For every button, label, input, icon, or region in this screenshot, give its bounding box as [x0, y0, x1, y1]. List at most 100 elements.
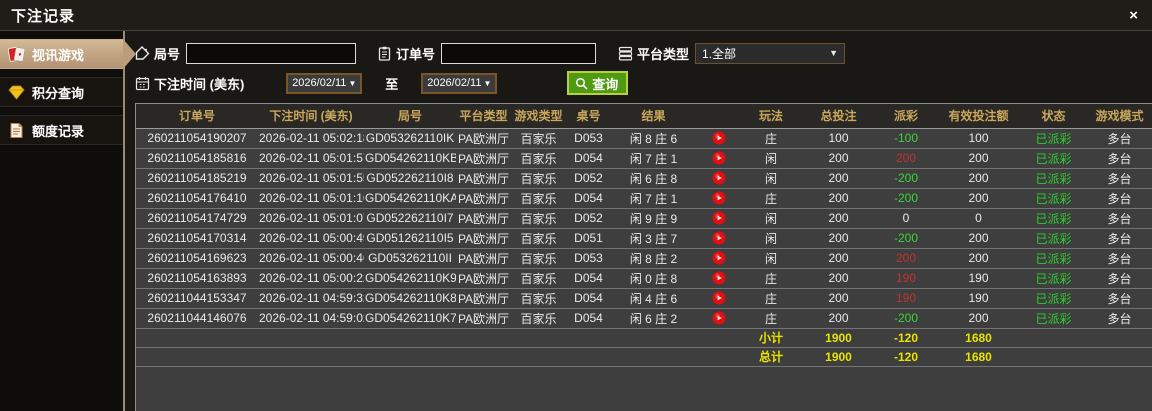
- game_mode-cell: 多台: [1086, 148, 1152, 169]
- bet_time-cell: 2026-02-11 05:02:18: [258, 128, 364, 149]
- table-body: 260211054190207 2026-02-11 05:02:18 GD0532…: [136, 128, 1152, 367]
- payout-cell: -200: [876, 308, 936, 329]
- column-header-status: 状态: [1021, 104, 1086, 129]
- bet_time-cell: 2026-02-11 05:00:46: [258, 248, 364, 269]
- table-row: 260211054163893 2026-02-11 05:00:22 GD0542…: [136, 268, 1152, 289]
- payout-cell: -200: [876, 168, 936, 189]
- payout-cell: 200: [876, 148, 936, 169]
- play-cell: 庄: [741, 268, 801, 289]
- sidebar-item-credit-records[interactable]: 额度记录: [0, 115, 123, 145]
- round-number-label: 局号: [154, 46, 181, 62]
- total-result-cell: [611, 347, 696, 367]
- replay-cell: [696, 308, 741, 329]
- round-number-input[interactable]: [186, 42, 357, 64]
- result-cell: 闲 0 庄 8: [611, 268, 696, 289]
- total_bet-cell: 200: [801, 308, 876, 329]
- calendar-icon: [135, 76, 150, 91]
- total-game_type-cell: [511, 347, 566, 367]
- sidebar: ♦ 视讯游戏 积分查询 额度记录: [0, 31, 125, 411]
- platform-select[interactable]: 1.全部 ▼: [695, 42, 846, 64]
- payout-cell: -100: [876, 128, 936, 149]
- platform-cell: PA欧洲厅: [456, 208, 511, 229]
- bet_time-cell: 2026-02-11 05:00:22: [258, 268, 364, 289]
- round_id-cell: GD054262110K8: [364, 288, 456, 309]
- order_id-cell: 260211054185816: [136, 148, 258, 169]
- order_id-cell: 260211054169623: [136, 248, 258, 269]
- platform-cell: PA欧洲厅: [456, 168, 511, 189]
- column-header-game_type: 游戏类型: [511, 104, 566, 129]
- date-to-picker[interactable]: 2026/02/11 ▼: [421, 72, 498, 94]
- status-cell: 已派彩: [1021, 208, 1086, 229]
- document-icon: [8, 122, 25, 139]
- replay-icon[interactable]: [712, 311, 726, 325]
- status-cell: 已派彩: [1021, 188, 1086, 209]
- game_type-cell: 百家乐: [511, 128, 566, 149]
- order_id-cell: 260211054174729: [136, 208, 258, 229]
- column-header-payout: 派彩: [876, 104, 936, 129]
- order_id-cell: 260211054163893: [136, 268, 258, 289]
- replay-icon[interactable]: [712, 211, 726, 225]
- replay-icon[interactable]: [712, 231, 726, 245]
- platform-cell: PA欧洲厅: [456, 308, 511, 329]
- bet_time-cell: 2026-02-11 05:01:55: [258, 168, 364, 189]
- platform-cell: PA欧洲厅: [456, 128, 511, 149]
- game_mode-cell: 多台: [1086, 188, 1152, 209]
- close-icon[interactable]: ×: [1129, 8, 1138, 23]
- replay-icon[interactable]: [712, 131, 726, 145]
- round_id-cell: GD053262110II: [364, 248, 456, 269]
- subtotal-game_mode-cell: [1086, 328, 1152, 348]
- replay-icon[interactable]: [712, 151, 726, 165]
- result-cell: 闲 4 庄 6: [611, 288, 696, 309]
- result-cell: 闲 8 庄 2: [611, 248, 696, 269]
- valid_bet-cell: 200: [936, 248, 1021, 269]
- date-from-picker[interactable]: 2026/02/11 ▼: [286, 72, 363, 94]
- total-round_id-cell: [364, 347, 456, 367]
- play-cell: 庄: [741, 188, 801, 209]
- status-cell: 已派彩: [1021, 168, 1086, 189]
- diamond-icon: [8, 84, 25, 101]
- round_id-cell: GD054262110K9: [364, 268, 456, 289]
- replay-cell: [696, 128, 741, 149]
- filter-bar: 局号 订单号 平台类型 1.全部 ▼ 下注时间 (美东) 2026/02/11 …: [135, 31, 1152, 103]
- subtotal-platform-cell: [456, 328, 511, 348]
- bet_time-cell: 2026-02-11 05:01:16: [258, 188, 364, 209]
- table_no-cell: D054: [566, 288, 611, 309]
- order-number-input[interactable]: [441, 42, 597, 64]
- status-cell: 已派彩: [1021, 248, 1086, 269]
- column-header-replay: [696, 104, 741, 129]
- table_no-cell: D054: [566, 148, 611, 169]
- replay-icon[interactable]: [712, 271, 726, 285]
- to-label: 至: [385, 76, 399, 92]
- bet_time-cell: 2026-02-11 04:59:02: [258, 308, 364, 329]
- order_id-cell: 260211054170314: [136, 228, 258, 249]
- status-cell: 已派彩: [1021, 148, 1086, 169]
- subtotal-row: 小计 1900 -120 1680: [136, 328, 1152, 348]
- page-title: 下注记录: [11, 7, 76, 25]
- replay-icon[interactable]: [712, 191, 726, 205]
- subtotal-payout-cell: -120: [876, 328, 936, 348]
- game_type-cell: 百家乐: [511, 288, 566, 309]
- total-status-cell: [1021, 347, 1086, 367]
- platform-type-label: 平台类型: [637, 46, 690, 62]
- table_no-cell: D054: [566, 268, 611, 289]
- bet_time-cell: 2026-02-11 04:59:32: [258, 288, 364, 309]
- valid_bet-cell: 200: [936, 228, 1021, 249]
- play-cell: 闲: [741, 148, 801, 169]
- replay-icon[interactable]: [712, 291, 726, 305]
- valid_bet-cell: 200: [936, 148, 1021, 169]
- total-row: 总计 1900 -120 1680: [136, 347, 1152, 367]
- cards-icon: ♦: [8, 46, 25, 63]
- result-cell: 闲 7 庄 1: [611, 188, 696, 209]
- replay-icon[interactable]: [712, 251, 726, 265]
- sidebar-item-points-query[interactable]: 积分查询: [0, 77, 123, 107]
- table_no-cell: D051: [566, 228, 611, 249]
- subtotal-order_id-cell: [136, 328, 258, 348]
- replay-cell: [696, 268, 741, 289]
- total-bet_time-cell: [258, 347, 364, 367]
- total_bet-cell: 200: [801, 288, 876, 309]
- replay-icon[interactable]: [712, 171, 726, 185]
- search-button[interactable]: 查询: [567, 71, 629, 95]
- table_no-cell: D052: [566, 168, 611, 189]
- round_id-cell: GD051262110I5: [364, 228, 456, 249]
- sidebar-item-video-games[interactable]: ♦ 视讯游戏: [0, 39, 123, 69]
